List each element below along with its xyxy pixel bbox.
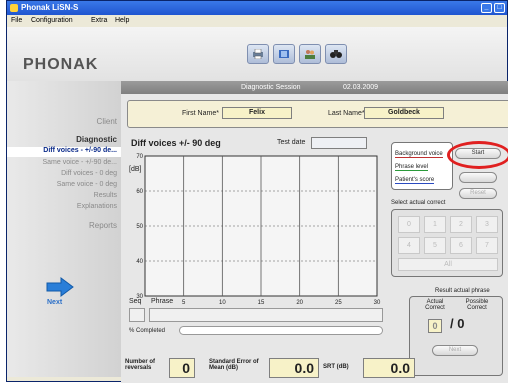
nav-reports[interactable]: Reports bbox=[89, 221, 117, 230]
patient-panel: First Name* Felix Last Name* Goldbeck bbox=[127, 100, 508, 128]
minimize-button[interactable]: _ bbox=[481, 3, 492, 13]
test-date-label: Test date bbox=[277, 139, 306, 146]
pill-button-2[interactable] bbox=[459, 172, 497, 183]
printer-icon bbox=[253, 49, 263, 59]
people-icon bbox=[305, 50, 315, 59]
y-tick-label: 50 bbox=[136, 224, 143, 230]
actual-correct-field: 0 bbox=[428, 319, 442, 333]
phonak-logo: PHONAK bbox=[23, 56, 99, 73]
menu-bar: File Configuration Extra Help bbox=[7, 15, 507, 27]
nav-item-same-voice-90[interactable]: Same voice - +/-90 de... bbox=[42, 159, 117, 166]
nav-item-diff-voices-90[interactable]: Diff voices - +/-90 de... bbox=[7, 147, 121, 157]
nav-item-explanations[interactable]: Explanations bbox=[77, 203, 117, 210]
sidebar: Client Diagnostic Diff voices - +/-90 de… bbox=[7, 81, 121, 377]
session-date: 02.03.2009 bbox=[343, 84, 379, 91]
chart-title: Diff voices +/- 90 deg bbox=[131, 138, 221, 148]
menu-configuration[interactable]: Configuration bbox=[31, 17, 73, 24]
progress-bar bbox=[179, 326, 383, 335]
number-pad: 0 1 2 3 4 5 6 7 All bbox=[391, 209, 503, 277]
y-tick-label: 70 bbox=[136, 154, 143, 160]
pad-0-button[interactable]: 0 bbox=[398, 216, 420, 233]
chart-plot: 70605040305 10 15 20 25 30 bbox=[136, 154, 381, 306]
first-name-field[interactable]: Felix bbox=[222, 107, 292, 119]
session-bar: Diagnostic Session 02.03.2009 bbox=[121, 81, 508, 94]
y-tick-label: 40 bbox=[136, 259, 143, 265]
menu-file[interactable]: File bbox=[11, 17, 22, 24]
x-tick-label: 20 bbox=[296, 300, 303, 306]
menu-extra[interactable]: Extra bbox=[91, 17, 107, 24]
session-title: Diagnostic Session bbox=[241, 84, 301, 91]
nav-item-results[interactable]: Results bbox=[94, 192, 117, 199]
pad-2-button[interactable]: 2 bbox=[450, 216, 472, 233]
srt-value: 0.0 bbox=[363, 358, 415, 378]
notebook-button[interactable] bbox=[273, 44, 295, 64]
x-tick-label: 30 bbox=[374, 300, 381, 306]
legend-background: Background voice bbox=[395, 151, 443, 158]
seq-field bbox=[129, 308, 145, 322]
legend-box: Background voice Phrase level Patient's … bbox=[391, 142, 453, 190]
test-date-field[interactable] bbox=[311, 137, 367, 149]
stats-bar: Number of reversals 0 Standard Error of … bbox=[121, 354, 508, 383]
pad-all-button[interactable]: All bbox=[398, 258, 498, 271]
x-tick-label: 5 bbox=[182, 300, 186, 306]
first-name-label: First Name* bbox=[182, 110, 219, 117]
pad-7-button[interactable]: 7 bbox=[476, 237, 498, 254]
last-name-field[interactable]: Goldbeck bbox=[364, 107, 444, 119]
select-correct-label: Select actual correct bbox=[391, 200, 446, 206]
print-button[interactable] bbox=[247, 44, 269, 64]
reversals-value: 0 bbox=[169, 358, 195, 378]
last-name-label: Last Name* bbox=[328, 110, 365, 117]
chart-area: Diff voices +/- 90 deg Test date [dB] 70… bbox=[129, 136, 385, 356]
nav-item-same-voice-0[interactable]: Same voice - 0 deg bbox=[57, 181, 117, 188]
start-highlight-circle bbox=[447, 141, 508, 169]
y-tick-label: 60 bbox=[136, 189, 143, 195]
phrase-label: Phrase bbox=[151, 298, 174, 305]
pad-5-button[interactable]: 5 bbox=[424, 237, 446, 254]
legend-phrase: Phrase level bbox=[395, 164, 429, 171]
actual-correct-label: Actual Correct bbox=[425, 299, 445, 311]
reversals-label: Number of reversals bbox=[125, 359, 155, 371]
window-title: Phonak LiSN-S bbox=[21, 3, 79, 12]
seq-label: Seq bbox=[129, 298, 142, 305]
result-phrase-label: Result actual phrase bbox=[435, 288, 490, 294]
clients-button[interactable] bbox=[299, 44, 321, 64]
nav-client[interactable]: Client bbox=[97, 117, 117, 126]
nav-diagnostic[interactable]: Diagnostic bbox=[76, 135, 117, 144]
x-tick-label: 10 bbox=[219, 300, 226, 306]
title-bar: Phonak LiSN-S _ □ bbox=[7, 1, 507, 15]
phrase-field bbox=[149, 308, 383, 322]
maximize-button[interactable]: □ bbox=[494, 3, 505, 13]
nav-item-diff-voices-0[interactable]: Diff voices - 0 deg bbox=[61, 170, 117, 177]
possible-correct-label: Possible Correct bbox=[465, 299, 489, 311]
legend-score: Patient's score bbox=[395, 177, 435, 184]
menu-help[interactable]: Help bbox=[115, 17, 129, 24]
possible-correct-value: / 0 bbox=[450, 316, 465, 331]
app-icon bbox=[10, 4, 18, 12]
x-tick-label: 25 bbox=[335, 300, 342, 306]
notebook-icon bbox=[279, 50, 289, 58]
srt-label: SRT (dB) bbox=[323, 364, 349, 370]
next-arrow-icon[interactable] bbox=[45, 277, 75, 297]
pad-4-button[interactable]: 4 bbox=[398, 237, 420, 254]
completed-label: % Completed bbox=[129, 328, 166, 334]
x-tick-label: 15 bbox=[258, 300, 265, 306]
pad-3-button[interactable]: 3 bbox=[476, 216, 498, 233]
sem-label: Standard Error of Mean (dB) bbox=[209, 359, 259, 371]
binoculars-icon bbox=[330, 50, 342, 58]
reset-button[interactable]: Reset bbox=[459, 188, 497, 199]
pad-6-button[interactable]: 6 bbox=[450, 237, 472, 254]
sem-value: 0.0 bbox=[269, 358, 319, 378]
next-label[interactable]: Next bbox=[47, 299, 62, 306]
pad-1-button[interactable]: 1 bbox=[424, 216, 446, 233]
main-panel: Diagnostic Session 02.03.2009 First Name… bbox=[121, 81, 508, 383]
app-window: Phonak LiSN-S _ □ File Configuration Ext… bbox=[6, 0, 508, 383]
search-button[interactable] bbox=[325, 44, 347, 64]
